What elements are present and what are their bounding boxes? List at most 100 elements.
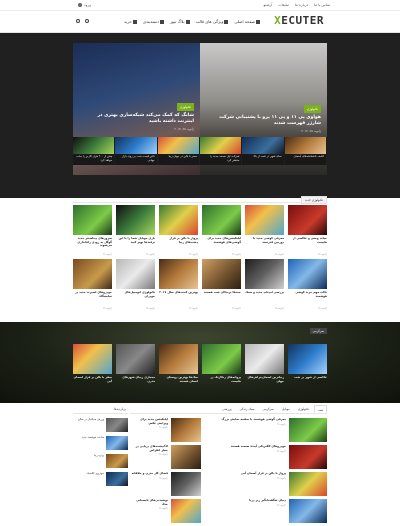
post-title[interactable]: نوشیدنی‌های تابستانی خنک xyxy=(131,498,168,506)
site-logo[interactable]: XECUTER xyxy=(274,14,324,27)
post-title[interactable]: لاک‌پشت‌های دریایی در خطر انقراض xyxy=(131,444,168,452)
post-title[interactable]: فضای کار مدرن و خلاقانه xyxy=(132,471,168,476)
thumb-image xyxy=(73,137,115,154)
post-title[interactable]: اپلیکیشن جدید برای ویرایش عکس xyxy=(131,417,168,425)
post-title[interactable]: سفر با بالن بر فراز آسمان آبی xyxy=(73,376,112,391)
list-item[interactable]: خودروهای الکتریکی آینده صنعت هستند ژانویه… xyxy=(204,444,327,471)
post-title[interactable]: جغدها پرندگان شب هستند xyxy=(202,291,241,306)
post-title[interactable]: ساعت هوشمند جدید xyxy=(82,436,104,450)
menu-icon[interactable] xyxy=(85,19,89,23)
section-label[interactable]: تکنولوژی جدید xyxy=(301,196,327,204)
post-title[interactable]: تکنولوژی اتومبیل‌های خودران xyxy=(116,291,155,306)
list-item[interactable]: پرواز با بالن بر فراز آسمان آبی ژانویه ۲۸ xyxy=(204,471,327,498)
nav-item-features[interactable]: ویژگی های قالب xyxy=(196,19,229,24)
post-image xyxy=(289,472,327,496)
nav-item-blog[interactable]: بلاگ نیوز xyxy=(170,19,190,24)
tab-lifestyle[interactable]: سبک زندگی xyxy=(237,405,258,413)
post-card[interactable]: خودروهای اسپرت جدید در نمایشگاه ژانویه ۲۸ xyxy=(73,259,112,310)
post-date: ژانویه ۲۸ xyxy=(317,307,327,310)
tab-sport[interactable]: ورزشی xyxy=(219,405,234,413)
top-link[interactable]: تماس با ما xyxy=(314,3,330,7)
post-title[interactable]: عکاسی از شهر در شب xyxy=(288,376,327,391)
post-title[interactable]: زیباترین آسمان‌خراش‌های جهان xyxy=(245,376,284,391)
login-link[interactable]: ورود xyxy=(78,3,91,7)
post-card[interactable]: پرواز با بالن بر فراز دشت‌های زیبا ژانویه… xyxy=(159,205,198,256)
list-item[interactable]: دنیای شگفت‌انگیز زیر دریا ژانویه ۲۸ xyxy=(204,498,327,525)
post-title[interactable]: پرتره زیبا xyxy=(94,454,104,468)
hero-thumb[interactable]: تاثیر قیمت نفت بر روی بازار جهانی xyxy=(115,137,158,165)
hero-thumb[interactable]: بیش از ۲۰۰ هزار کاربر را جذب خواهد کرد xyxy=(73,137,116,165)
list-item[interactable]: اپلیکیشن جدید برای ویرایش عکس ژانویه ۲۸ xyxy=(131,417,201,444)
post-card[interactable]: بازی موبایل شما را با این ترفندها بهتر ک… xyxy=(116,205,155,256)
post-card[interactable]: بررسی لپ‌تاپ جدید و سبک ژانویه ۲۸ xyxy=(245,259,284,310)
post-title[interactable]: نکات مهم خرید گوشی هوشمند xyxy=(288,291,327,306)
nav-label: صفحه اصلی xyxy=(234,19,255,24)
post-title[interactable]: معرفی گوشی هوشمند با صفحه نمایش بزرگ xyxy=(222,417,286,422)
hero-thumb[interactable]: کشف ناشناخته‌های آسمان xyxy=(284,137,327,165)
hero-title[interactable]: هواوی پی ۱۱ و پی ۱۱ پرو با پشتیبانی شرکت… xyxy=(211,115,321,127)
post-title[interactable]: پروانه‌های رنگارنگ در طبیعت xyxy=(202,376,241,391)
post-title[interactable]: پرواز با بالن بر فراز آسمان آبی xyxy=(241,471,286,476)
hero-thumb[interactable]: سفر با بالن در جهان زیبا xyxy=(157,137,200,165)
post-card[interactable]: سگ‌ها بهترین دوستان انسان هستند xyxy=(159,344,198,391)
post-title[interactable]: پرواز با بالن بر فراز دشت‌های زیبا xyxy=(159,237,198,252)
tab-tech[interactable]: تکنولوژی xyxy=(295,405,312,413)
post-card[interactable]: معماری زیبای شهرهای مدرن xyxy=(116,344,155,391)
thumb-title: کشف ناشناخته‌های آسمان xyxy=(284,154,326,165)
sidebar-item[interactable]: خودروی کلاسیک xyxy=(73,472,128,486)
search-icon[interactable] xyxy=(76,19,80,23)
hero-thumb[interactable]: شرکت اپل نسخه جدید را منتشر کرد xyxy=(199,137,243,165)
post-title[interactable]: بازی موبایل شما را با این ترفندها بهتر ک… xyxy=(116,237,155,252)
sidebar-item[interactable]: ورزش بسکتبال در سالن xyxy=(73,418,128,432)
hero-thumb[interactable]: نمای شهر در شب از بالا xyxy=(242,137,285,165)
post-title[interactable]: بررسی لپ‌تاپ جدید و سبک xyxy=(245,291,284,306)
post-title[interactable]: خودروهای الکتریکی آینده صنعت هستند xyxy=(231,444,286,449)
post-card[interactable]: جغدها پرندگان شب هستند ژانویه ۲۸ xyxy=(202,259,241,310)
post-title[interactable]: معماری زیبای شهرهای مدرن xyxy=(116,376,155,391)
top-link[interactable]: آرشیو xyxy=(264,3,273,7)
post-list-left: اپلیکیشن جدید برای ویرایش عکس ژانویه ۲۸ ل… xyxy=(131,417,201,526)
list-item[interactable]: فضای کار مدرن و خلاقانه ژانویه ۲۸ xyxy=(131,471,201,498)
top-link[interactable]: درباره ما xyxy=(295,3,308,7)
post-grid: خودروهای اسپرت جدید در نمایشگاه ژانویه ۲۸… xyxy=(73,259,327,310)
post-title[interactable]: حیات وحش و عکاسی از طبیعت xyxy=(288,237,327,252)
section-label[interactable]: سرگرمی xyxy=(309,328,327,334)
post-title[interactable]: خودروهای اسپرت جدید در نمایشگاه xyxy=(73,291,112,306)
post-title[interactable]: بهترین گجت‌های سال ۲۰۱۷ xyxy=(159,291,198,306)
post-card[interactable]: پروانه‌های رنگارنگ در طبیعت xyxy=(202,344,241,391)
category-badge[interactable]: تکنولوژی xyxy=(303,105,321,113)
nav-item-categories[interactable]: دسته‌بندی xyxy=(143,19,164,24)
hero-title[interactable]: شانگ که کمک می‌کند شبکه‌سازی بهتری در ای… xyxy=(84,113,194,125)
post-card[interactable]: معرفی گوشی جدید با دوربین قدرتمند ژانویه … xyxy=(245,205,284,256)
post-card[interactable]: عکاسی از شهر در شب xyxy=(288,344,327,391)
post-title[interactable]: سگ‌ها بهترین دوستان انسان هستند xyxy=(159,376,198,391)
post-card[interactable]: حیات وحش و عکاسی از طبیعت ژانویه ۲۸ xyxy=(288,205,327,256)
post-title[interactable]: سرورهای دیتاسنتر جدید گوگل به زودی راه‌ا… xyxy=(73,237,112,252)
category-badge[interactable]: تکنولوژی xyxy=(176,103,194,111)
post-title[interactable]: خودروی کلاسیک xyxy=(86,472,104,486)
tab-all[interactable]: همه xyxy=(314,405,327,413)
nav-item-home[interactable]: صفحه اصلی xyxy=(234,19,260,24)
sidebar-item[interactable]: پرتره زیبا xyxy=(73,454,128,468)
list-item[interactable]: لاک‌پشت‌های دریایی در خطر انقراض ژانویه ۲… xyxy=(131,444,201,471)
list-item[interactable]: معرفی گوشی هوشمند با صفحه نمایش بزرگ ژانو… xyxy=(204,417,327,444)
post-title[interactable]: اپلیکیشن‌های جدید برای گوشی‌های هوشمند xyxy=(202,237,241,252)
tab-mobile[interactable]: موبایل xyxy=(279,405,293,413)
post-card[interactable]: نکات مهم خرید گوشی هوشمند ژانویه ۲۸ xyxy=(288,259,327,310)
hero-section: تکنولوژی شانگ که کمک می‌کند شبکه‌سازی به… xyxy=(0,33,400,198)
post-card[interactable]: اپلیکیشن‌های جدید برای گوشی‌های هوشمند ژا… xyxy=(202,205,241,256)
post-card[interactable]: سرورهای دیتاسنتر جدید گوگل به زودی راه‌ا… xyxy=(73,205,112,256)
post-card[interactable]: تکنولوژی اتومبیل‌های خودران ژانویه ۲۸ xyxy=(116,259,155,310)
post-card[interactable]: سفر با بالن بر فراز آسمان آبی xyxy=(73,344,112,391)
post-title[interactable]: دنیای شگفت‌انگیز زیر دریا xyxy=(249,498,286,503)
post-title[interactable]: ورزش بسکتبال در سالن xyxy=(78,418,104,432)
tab-fun[interactable]: سرگرمی xyxy=(259,405,276,413)
top-link[interactable]: تبلیغات xyxy=(278,3,289,7)
nav-item-buy[interactable]: خرید xyxy=(124,19,137,24)
post-card[interactable]: بهترین گجت‌های سال ۲۰۱۷ ژانویه ۲۸ xyxy=(159,259,198,310)
post-image xyxy=(159,344,198,374)
post-card[interactable]: زیباترین آسمان‌خراش‌های جهان xyxy=(245,344,284,391)
sidebar-item[interactable]: ساعت هوشمند جدید xyxy=(73,436,128,450)
post-title[interactable]: معرفی گوشی جدید با دوربین قدرتمند xyxy=(245,237,284,252)
list-item[interactable]: نوشیدنی‌های تابستانی خنک ژانویه ۲۸ xyxy=(131,498,201,525)
